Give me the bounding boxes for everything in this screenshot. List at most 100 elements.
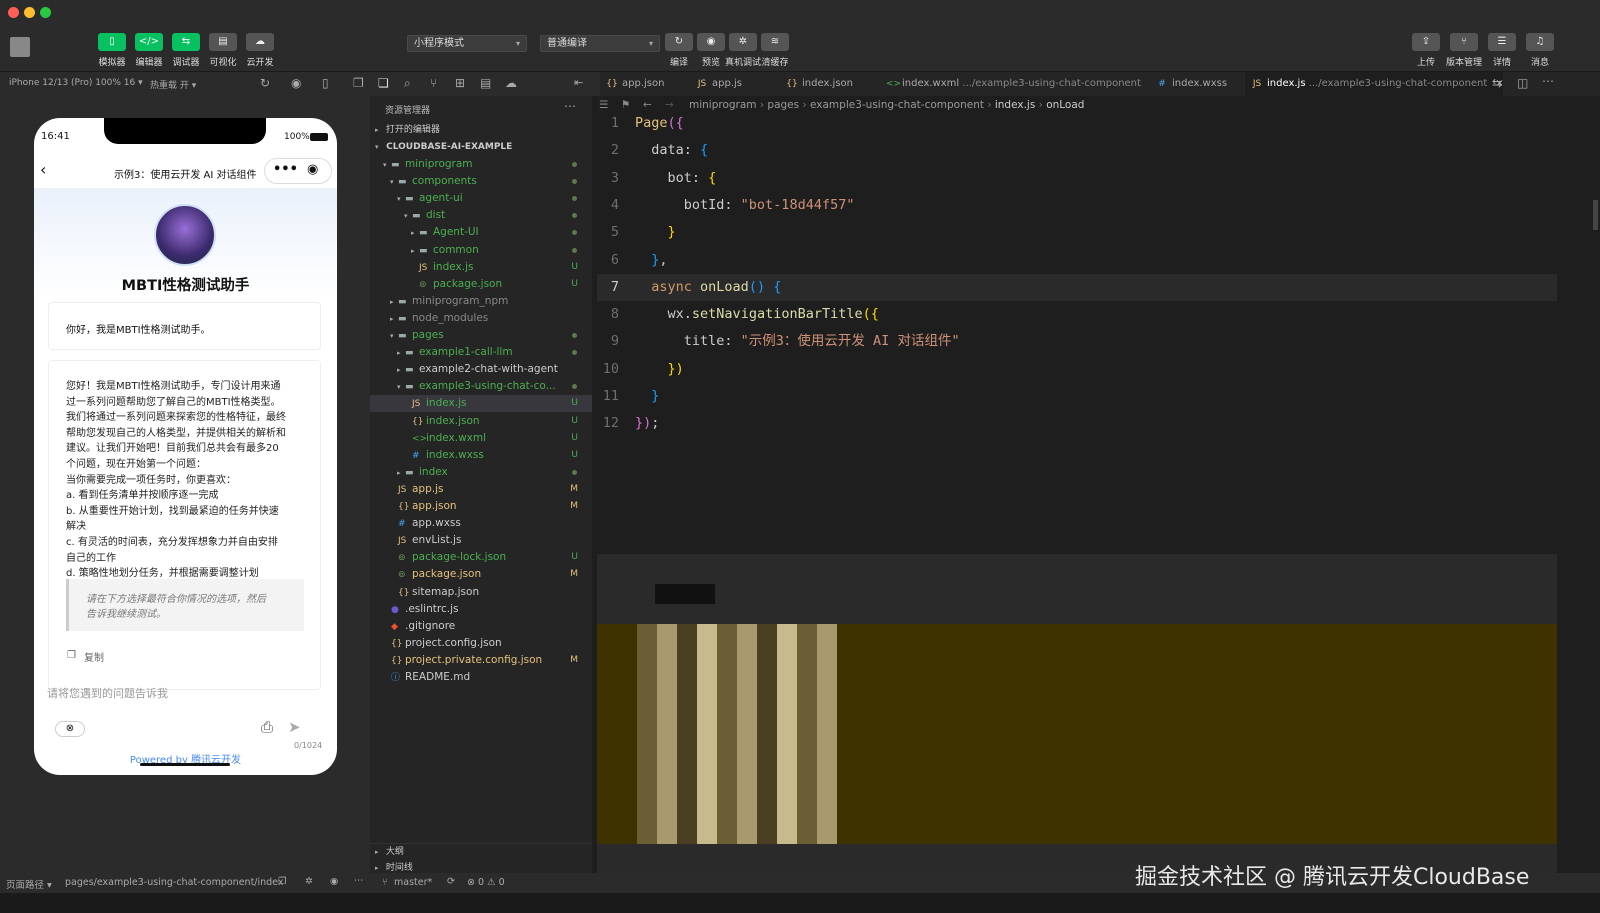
tree-item[interactable]: # index.wxss U: [370, 447, 592, 464]
compile-select[interactable]: 普通编译 ▾: [540, 35, 660, 52]
more-dots-icon[interactable]: •••: [273, 162, 298, 177]
tree-item[interactable]: ⊚ package-lock.json U: [370, 549, 592, 566]
compare-icon[interactable]: ⇆: [1492, 76, 1502, 90]
sync-icon[interactable]: ⟳: [447, 876, 455, 887]
tree-item[interactable]: {} app.json M: [370, 498, 592, 515]
tree-item[interactable]: ⊚ package.json U: [370, 276, 592, 293]
more-icon[interactable]: ⋯: [1542, 74, 1554, 88]
scrollbar-thumb[interactable]: [1593, 200, 1598, 230]
back-arrow-icon[interactable]: ‹: [40, 160, 46, 179]
breadcrumb-item[interactable]: index.js: [995, 99, 1035, 111]
model-toggle-icon[interactable]: ⊗: [55, 721, 85, 737]
branch-button[interactable]: ⑂ 版本管理: [1444, 33, 1484, 68]
tab-app-js[interactable]: JS app.js: [690, 72, 780, 96]
git-icon[interactable]: ⑂: [430, 76, 437, 90]
tab-index-js[interactable]: JS index.js .../example3-using-chat-compo…: [1245, 72, 1503, 96]
tree-item[interactable]: ● .eslintrc.js: [370, 601, 592, 618]
breadcrumb-item[interactable]: example3-using-chat-component: [810, 99, 984, 111]
tree-item[interactable]: ▾ ▬ components: [370, 173, 592, 190]
panel-icon[interactable]: ▤: [480, 76, 491, 90]
tree-item[interactable]: JS app.js M: [370, 481, 592, 498]
device-icon[interactable]: ▯: [322, 76, 329, 90]
close-miniprogram-icon[interactable]: ◉: [307, 162, 318, 177]
more-icon[interactable]: ⋯: [564, 99, 576, 113]
tree-item[interactable]: ▸ ▬ example2-chat-with-agent: [370, 361, 592, 378]
tree-item[interactable]: {} index.json U: [370, 413, 592, 430]
open-editors-section[interactable]: ▸ 打开的编辑器: [370, 122, 592, 139]
page-path-select[interactable]: 页面路径 ▾: [6, 877, 52, 891]
problems-count[interactable]: ⊗ 0 ⚠ 0: [467, 877, 505, 888]
tree-item[interactable]: ▸ ▬ index: [370, 464, 592, 481]
root-folder[interactable]: ▾ CLOUDBASE-AI-EXAMPLE: [370, 139, 592, 156]
breadcrumb-item[interactable]: onLoad: [1046, 99, 1084, 111]
docker-icon[interactable]: ☁: [505, 76, 517, 90]
search-icon[interactable]: ⌕: [404, 76, 411, 91]
tab-index-json[interactable]: {} index.json: [780, 72, 880, 96]
close-window-button[interactable]: [8, 7, 19, 18]
tree-item[interactable]: <>index.wxml U: [370, 430, 592, 447]
mode-select[interactable]: 小程序模式 ▾: [407, 35, 527, 52]
tree-item[interactable]: ⊚ package.json M: [370, 566, 592, 583]
tree-item[interactable]: ▸ ▬ example1-call-llm: [370, 344, 592, 361]
hot-reload-select[interactable]: 热重载 开 ▾: [150, 78, 196, 91]
files-icon[interactable]: ❏: [378, 76, 389, 90]
debug-button[interactable]: ⇆ 调试器: [166, 33, 206, 68]
device-select[interactable]: iPhone 12/13 (Pro) 100% 16 ▾: [9, 78, 143, 88]
code-editor[interactable]: 1 Page({2 data: {3 bot: {4 botId: "bot-18…: [597, 96, 1600, 886]
git-branch[interactable]: master*: [394, 877, 432, 888]
forward-arrow-icon[interactable]: →: [665, 96, 674, 114]
more-icon[interactable]: ⋯: [354, 875, 364, 886]
bug-icon[interactable]: ✲: [305, 876, 313, 887]
split-editor-icon[interactable]: ◫: [1517, 76, 1528, 90]
tree-item[interactable]: ▸ ▬ common: [370, 242, 592, 259]
tab-index-wxml[interactable]: <>index.wxml .../example3-using-chat-com…: [880, 72, 1148, 96]
tree-item[interactable]: JS index.js U: [370, 259, 592, 276]
copy-icon[interactable]: ❐: [278, 876, 287, 887]
tree-item[interactable]: ▾ ▬ agent-ui: [370, 190, 592, 207]
back-arrow-icon[interactable]: ←: [643, 96, 652, 114]
tree-item[interactable]: ▸ ▬ miniprogram_npm: [370, 293, 592, 310]
window-icon[interactable]: ❐: [353, 76, 364, 90]
tree-item[interactable]: # app.wxss: [370, 515, 592, 532]
minimize-window-button[interactable]: [24, 7, 35, 18]
zoom-window-button[interactable]: [40, 7, 51, 18]
tree-item[interactable]: JS index.js U: [370, 395, 592, 413]
tree-item[interactable]: ⓘ README.md: [370, 669, 592, 686]
send-icon[interactable]: ➤: [288, 718, 301, 736]
tree-item[interactable]: {} project.private.config.json M: [370, 652, 592, 669]
copy-button[interactable]: 复制: [84, 649, 104, 664]
bell-button[interactable]: ♫ 消息: [1520, 33, 1560, 68]
list-icon[interactable]: ☰: [599, 96, 608, 114]
bookmark-icon[interactable]: ⚑: [621, 96, 630, 114]
phone-button[interactable]: ▯ 模拟器: [92, 33, 132, 68]
layout-button[interactable]: ▤ 可视化: [203, 33, 243, 68]
tree-item[interactable]: ▾ ▬ dist: [370, 207, 592, 224]
split-icon[interactable]: ⇤: [574, 76, 583, 89]
tree-item[interactable]: {} sitemap.json: [370, 584, 592, 601]
code-button[interactable]: </> 编辑器: [129, 33, 169, 68]
extensions-icon[interactable]: ⊞: [455, 76, 465, 90]
tree-item[interactable]: ▾ ▬ pages: [370, 327, 592, 344]
tree-item[interactable]: JS envList.js: [370, 532, 592, 549]
tree-item[interactable]: ▸ ▬ Agent-UI: [370, 224, 592, 241]
breadcrumb-item[interactable]: pages: [767, 99, 799, 111]
tab-index-wxss[interactable]: # index.wxss: [1150, 72, 1245, 96]
eye-icon[interactable]: ◉: [330, 876, 338, 887]
rotate-icon[interactable]: ↻: [260, 76, 270, 90]
cloud-button[interactable]: ☁ 云开发: [240, 33, 280, 68]
clear-icon[interactable]: ⎙: [261, 718, 273, 736]
record-icon[interactable]: ◉: [291, 76, 301, 90]
tree-item[interactable]: ▸ ▬ node_modules: [370, 310, 592, 327]
tree-item[interactable]: ▾ ▬ miniprogram: [370, 156, 592, 173]
tree-item[interactable]: ▾ ▬ example3-using-chat-co...: [370, 378, 592, 395]
copy-icon[interactable]: ❐: [67, 650, 76, 661]
chat-input[interactable]: 请将您遇到的问题告诉我: [47, 685, 168, 701]
tree-item[interactable]: {} project.config.json: [370, 635, 592, 652]
layers-button[interactable]: ≋ 清缓存: [755, 33, 795, 68]
menu-button[interactable]: ☰ 详情: [1482, 33, 1522, 68]
tab-app-json[interactable]: {} app.json: [600, 72, 690, 96]
avatar[interactable]: [10, 37, 30, 57]
upload-button[interactable]: ⇪ 上传: [1406, 33, 1446, 68]
outline-section[interactable]: ▸ 大纲: [370, 843, 592, 860]
tree-item[interactable]: ◆ .gitignore: [370, 618, 592, 635]
